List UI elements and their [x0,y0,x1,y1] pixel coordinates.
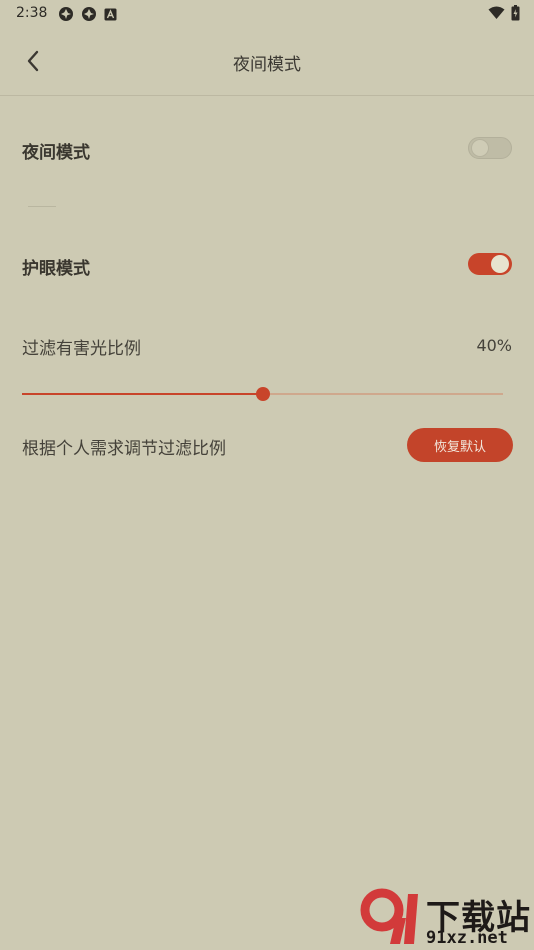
filter-ratio-label: 过滤有害光比例 [22,339,141,359]
status-system-icons [488,5,520,21]
app-bar: 夜间模式 [0,28,534,96]
battery-icon [511,5,520,21]
status-notification-icons [58,6,117,22]
page-title: 夜间模式 [233,55,301,75]
eye-care-label: 护眼模式 [22,259,90,279]
filter-ratio-value: 40% [476,336,512,355]
switch-knob [491,255,509,273]
slider-thumb[interactable] [255,387,270,401]
app-icon [59,7,73,21]
night-mode-label: 夜间模式 [22,143,90,163]
watermark-subtitle: 91xz.net [426,928,508,948]
a-icon [104,8,117,20]
night-mode-switch[interactable] [468,137,512,159]
eye-care-switch[interactable] [468,253,512,275]
divider [28,206,56,207]
status-bar: 2:38 [0,0,534,28]
app-icon [82,7,96,21]
filter-ratio-slider[interactable] [22,384,503,404]
reset-default-button[interactable]: 恢复默认 [407,428,513,462]
wifi-icon [488,6,505,19]
watermark: 下载站 91xz.net [360,888,532,948]
filter-description: 根据个人需求调节过滤比例 [22,439,226,459]
status-time: 2:38 [16,5,48,21]
watermark-logo-icon [360,888,418,944]
switch-knob [471,139,489,157]
slider-fill [22,393,263,395]
